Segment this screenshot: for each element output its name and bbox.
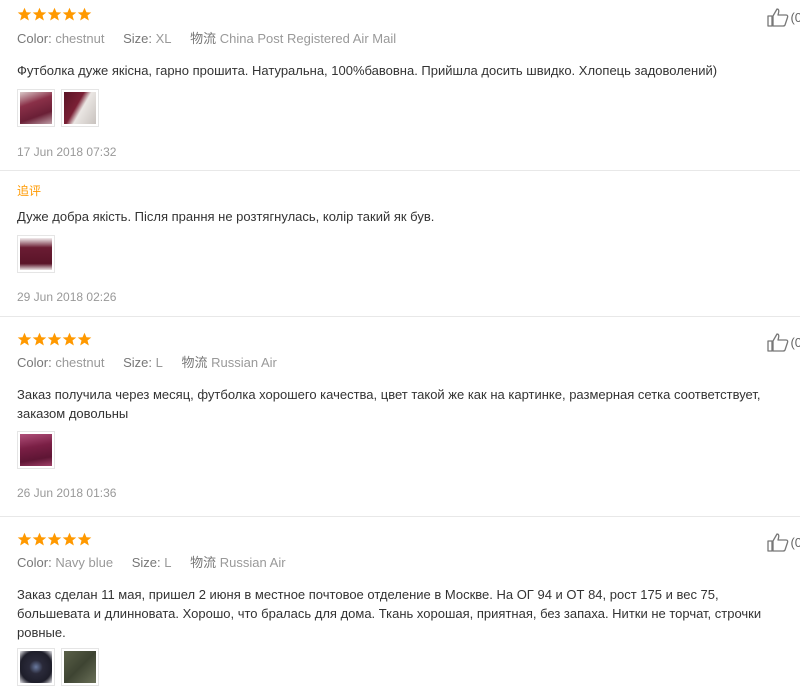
- review-meta: Color: chestnut Size: L 物流 Russian Air: [17, 352, 277, 371]
- review-meta: Color: chestnut Size: XL 物流 China Post R…: [17, 28, 396, 47]
- star-icon: [62, 7, 77, 21]
- color-label: Color:: [17, 355, 52, 370]
- divider: [0, 316, 800, 317]
- color-value: chestnut: [55, 31, 105, 46]
- star-icon: [62, 532, 77, 546]
- color-value: Navy blue: [55, 555, 114, 570]
- star-icon: [47, 332, 62, 346]
- size-value: XL: [155, 31, 172, 46]
- review-text: Футболка дуже якісна, гарно прошита. Нат…: [17, 63, 718, 78]
- size-label: Size:: [123, 355, 152, 370]
- followup-label: 追评: [17, 184, 42, 198]
- shipping-value: Russian Air: [219, 555, 286, 570]
- star-icon: [17, 532, 32, 546]
- review-photo-thumb[interactable]: [61, 648, 99, 686]
- like-button[interactable]: (0: [766, 532, 800, 552]
- followup-photos: [17, 235, 55, 273]
- size-value: L: [164, 555, 172, 570]
- thumbs-up-icon: [767, 333, 789, 352]
- shipping-value: Russian Air: [211, 355, 277, 370]
- size-label: Size:: [131, 555, 161, 570]
- divider: [0, 170, 800, 171]
- shipping-label: 物流: [190, 31, 217, 46]
- star-icon: [32, 532, 47, 546]
- shipping-label: 物流: [190, 555, 217, 570]
- review-text: Заказ сделан 11 мая, пришел 2 июня в мес…: [17, 587, 762, 640]
- review-date: 26 Jun 2018 01:36: [17, 486, 117, 500]
- review-photo-thumb[interactable]: [17, 89, 55, 127]
- star-icon: [17, 7, 32, 21]
- like-count: (0: [790, 534, 800, 550]
- color-label: Color:: [17, 31, 52, 46]
- review-text: Заказ получила через месяц, футболка хор…: [17, 387, 761, 421]
- review-photos: [17, 648, 99, 686]
- star-rating: [17, 7, 92, 22]
- like-button[interactable]: (0: [766, 7, 800, 27]
- review-meta: Color: Navy blue Size: L 物流 Russian Air: [17, 552, 286, 571]
- star-icon: [32, 332, 47, 346]
- shipping-label: 物流: [181, 355, 208, 370]
- review-photo-thumb[interactable]: [17, 648, 55, 686]
- review-date: 17 Jun 2018 07:32: [17, 145, 117, 159]
- review-photos: [17, 89, 99, 127]
- star-icon: [47, 532, 62, 546]
- size-value: L: [155, 355, 163, 370]
- star-rating: [17, 332, 92, 347]
- star-icon: [47, 7, 62, 21]
- size-label: Size:: [123, 31, 152, 46]
- review-photo-thumb[interactable]: [61, 89, 99, 127]
- review-photo-thumb[interactable]: [17, 431, 55, 469]
- star-icon: [17, 332, 32, 346]
- review-photo-thumb[interactable]: [17, 235, 55, 273]
- divider: [0, 516, 800, 517]
- like-count: (0: [790, 334, 800, 350]
- star-icon: [62, 332, 77, 346]
- thumbs-up-icon: [767, 533, 789, 552]
- like-count: (0: [790, 9, 800, 25]
- like-button[interactable]: (0: [766, 332, 800, 352]
- color-value: chestnut: [55, 355, 105, 370]
- followup-text: Дуже добра якість. Після прання не розтя…: [17, 209, 435, 224]
- thumbs-up-icon: [767, 8, 789, 27]
- followup-date: 29 Jun 2018 02:26: [17, 290, 117, 304]
- star-icon: [77, 332, 92, 346]
- star-rating: [17, 532, 92, 547]
- star-icon: [77, 532, 92, 546]
- review-photos: [17, 431, 55, 469]
- shipping-value: China Post Registered Air Mail: [219, 31, 397, 46]
- star-icon: [32, 7, 47, 21]
- color-label: Color:: [17, 555, 52, 570]
- star-icon: [77, 7, 92, 21]
